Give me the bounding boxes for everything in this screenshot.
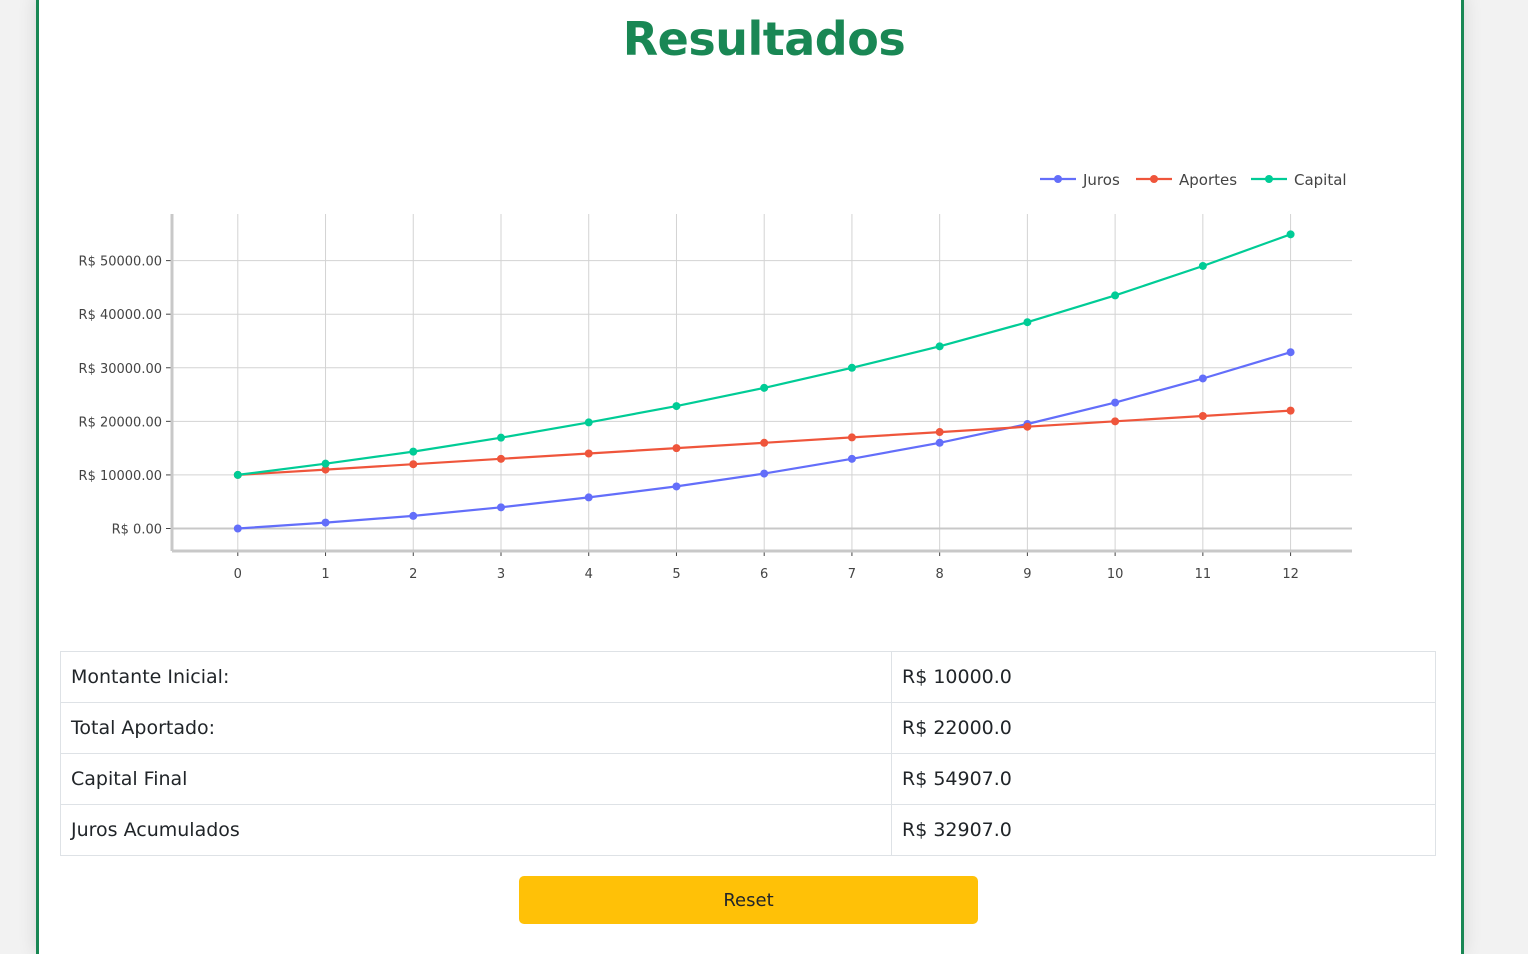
summary-table: Montante Inicial: R$ 10000.0 Total Aport… <box>60 651 1436 856</box>
x-tick-label: 3 <box>497 567 505 582</box>
x-tick-label: 7 <box>848 567 856 582</box>
legend-label-aportes: Aportes <box>1179 171 1237 189</box>
results-chart: 0 1 2 3 4 5 6 7 8 9 10 11 12R$ 0.00R$ 10000.00R$ 200… <box>79 171 1352 582</box>
x-tick-label: 9 <box>1023 567 1031 582</box>
data-point-capital <box>935 342 944 351</box>
juros-acumulados-label: Juros Acumulados <box>60 804 892 856</box>
data-point-aportes <box>1286 406 1295 415</box>
y-tick-label: R$ 40000.00 <box>79 308 162 323</box>
x-tick-label: 0 <box>234 567 242 582</box>
x-tick-label: 11 <box>1195 567 1212 582</box>
x-tick-label: 10 <box>1107 567 1124 582</box>
y-tick-label: R$ 10000.00 <box>79 469 162 484</box>
data-point-aportes <box>584 449 593 458</box>
data-point-capital <box>1286 230 1295 239</box>
data-point-aportes <box>496 454 505 463</box>
juros-acumulados-value: R$ 32907.0 <box>891 804 1436 856</box>
table-row: Total Aportado: R$ 22000.0 <box>60 702 1436 754</box>
data-point-aportes <box>672 444 681 453</box>
x-tick-label: 4 <box>585 567 593 582</box>
legend-label-juros: Juros <box>1082 171 1120 189</box>
data-point-juros <box>1111 398 1120 407</box>
data-point-juros <box>1286 348 1295 357</box>
data-point-juros <box>233 524 242 533</box>
total-aportado-label: Total Aportado: <box>60 702 892 754</box>
data-point-capital <box>1111 291 1120 300</box>
data-point-aportes <box>760 438 769 447</box>
y-tick-label: R$ 0.00 <box>112 522 162 537</box>
legend-marker-juros <box>1054 175 1062 183</box>
data-point-aportes <box>1198 411 1207 420</box>
data-point-capital <box>1023 318 1032 327</box>
x-tick-label: 5 <box>672 567 680 582</box>
x-tick-label: 2 <box>409 567 417 582</box>
montante-inicial-label: Montante Inicial: <box>60 651 892 703</box>
data-point-aportes <box>935 428 944 437</box>
data-point-capital <box>760 383 769 392</box>
data-point-juros <box>935 438 944 447</box>
x-tick-label: 8 <box>936 567 944 582</box>
data-point-aportes <box>1111 417 1120 426</box>
x-tick-label: 12 <box>1282 567 1299 582</box>
data-point-juros <box>847 454 856 463</box>
legend-label-capital: Capital <box>1294 171 1347 189</box>
capital-final-value: R$ 54907.0 <box>891 753 1436 805</box>
data-point-juros <box>1198 374 1207 383</box>
data-point-juros <box>321 518 330 527</box>
data-point-capital <box>409 447 418 456</box>
data-point-aportes <box>409 460 418 469</box>
data-point-juros <box>496 503 505 512</box>
data-point-aportes <box>1023 422 1032 431</box>
y-tick-label: R$ 30000.00 <box>79 362 162 377</box>
table-row: Capital Final R$ 54907.0 <box>60 753 1436 805</box>
data-point-juros <box>584 493 593 502</box>
x-tick-label: 1 <box>321 567 329 582</box>
x-tick-label: 6 <box>760 567 768 582</box>
reset-button[interactable]: Reset <box>519 876 978 924</box>
table-row: Montante Inicial: R$ 10000.0 <box>60 651 1436 703</box>
data-point-capital <box>321 459 330 468</box>
data-point-capital <box>584 418 593 427</box>
data-point-capital <box>233 470 242 479</box>
data-point-juros <box>672 482 681 491</box>
data-point-aportes <box>847 433 856 442</box>
y-tick-label: R$ 20000.00 <box>79 415 162 430</box>
y-tick-label: R$ 50000.00 <box>79 255 162 270</box>
data-point-juros <box>760 469 769 478</box>
data-point-capital <box>1198 261 1207 270</box>
data-point-juros <box>409 511 418 520</box>
total-aportado-value: R$ 22000.0 <box>891 702 1436 754</box>
legend-marker-capital <box>1265 175 1273 183</box>
legend-marker-aportes <box>1150 175 1158 183</box>
capital-final-label: Capital Final <box>60 753 892 805</box>
data-point-capital <box>672 402 681 411</box>
montante-inicial-value: R$ 10000.0 <box>891 651 1436 703</box>
data-point-capital <box>847 363 856 372</box>
data-point-capital <box>496 433 505 442</box>
table-row: Juros Acumulados R$ 32907.0 <box>60 804 1436 856</box>
